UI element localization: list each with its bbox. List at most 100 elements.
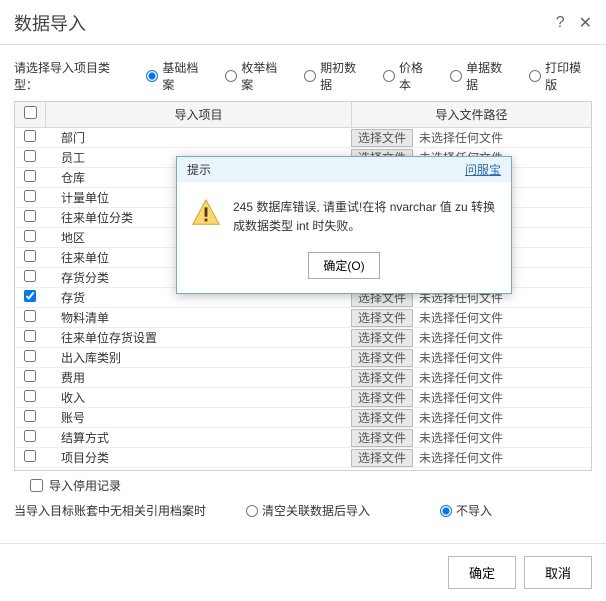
file-status: 未选择任何文件 bbox=[413, 329, 503, 346]
select-file-button[interactable]: 选择文件 bbox=[351, 129, 413, 147]
select-file-button[interactable]: 选择文件 bbox=[351, 429, 413, 447]
type-radio-0[interactable]: 基础档案 bbox=[146, 59, 209, 93]
type-radio-label: 单据数据 bbox=[466, 59, 513, 93]
row-checkbox[interactable] bbox=[24, 350, 36, 362]
type-radio-label: 价格本 bbox=[399, 59, 434, 93]
file-status: 未选择任何文件 bbox=[413, 389, 503, 406]
row-item-name: 结算方式 bbox=[45, 429, 351, 446]
table-header: 导入项目 导入文件路径 bbox=[15, 102, 591, 128]
modal-message: 245 数据库错误, 请重试!在将 nvarchar 值 zu 转换成数据类型 … bbox=[233, 198, 497, 236]
type-radio-label: 基础档案 bbox=[162, 59, 209, 93]
table-row: 往来单位存货设置选择文件未选择任何文件 bbox=[15, 328, 591, 348]
close-icon[interactable]: ✕ bbox=[579, 13, 592, 33]
file-status: 未选择任何文件 bbox=[413, 369, 503, 386]
file-status: 未选择任何文件 bbox=[413, 409, 503, 426]
row-checkbox[interactable] bbox=[24, 130, 36, 142]
type-radio-3[interactable]: 价格本 bbox=[383, 59, 434, 93]
row-item-name: 出入库类别 bbox=[45, 349, 351, 366]
row-checkbox[interactable] bbox=[24, 250, 36, 262]
row-checkbox[interactable] bbox=[24, 430, 36, 442]
table-row: 费用选择文件未选择任何文件 bbox=[15, 368, 591, 388]
dialog-title: 数据导入 bbox=[14, 10, 86, 36]
type-radio-input[interactable] bbox=[146, 70, 158, 82]
import-disabled-option[interactable]: 导入停用记录 bbox=[30, 477, 592, 494]
file-status: 未选择任何文件 bbox=[413, 429, 503, 446]
table-row: 收入选择文件未选择任何文件 bbox=[15, 388, 591, 408]
row-item-name: 往来单位存货设置 bbox=[45, 329, 351, 346]
row-checkbox[interactable] bbox=[24, 310, 36, 322]
ref-option-row: 当导入目标账套中无相关引用档案时 清空关联数据后导入 不导入 bbox=[0, 498, 606, 523]
row-checkbox[interactable] bbox=[24, 330, 36, 342]
type-radio-label: 期初数据 bbox=[320, 59, 367, 93]
file-status: 未选择任何文件 bbox=[413, 449, 503, 466]
type-radio-1[interactable]: 枚举档案 bbox=[225, 59, 288, 93]
type-radio-2[interactable]: 期初数据 bbox=[304, 59, 367, 93]
ref-radio-input[interactable] bbox=[440, 505, 452, 517]
type-radio-4[interactable]: 单据数据 bbox=[450, 59, 513, 93]
ref-radio-input[interactable] bbox=[246, 505, 258, 517]
select-file-button[interactable]: 选择文件 bbox=[351, 349, 413, 367]
row-checkbox[interactable] bbox=[24, 290, 36, 302]
type-label: 请选择导入项目类型： bbox=[14, 59, 132, 93]
ref-radio-label: 清空关联数据后导入 bbox=[262, 502, 370, 519]
row-checkbox[interactable] bbox=[24, 390, 36, 402]
import-disabled-checkbox[interactable] bbox=[30, 479, 43, 492]
row-checkbox[interactable] bbox=[24, 450, 36, 462]
row-checkbox[interactable] bbox=[24, 190, 36, 202]
row-checkbox[interactable] bbox=[24, 170, 36, 182]
select-file-button[interactable]: 选择文件 bbox=[351, 309, 413, 327]
type-radio-label: 打印模版 bbox=[545, 59, 592, 93]
modal-body: 245 数据库错误, 请重试!在将 nvarchar 值 zu 转换成数据类型 … bbox=[177, 182, 511, 246]
header-checkbox-cell bbox=[15, 102, 45, 127]
table-row: 结算方式选择文件未选择任何文件 bbox=[15, 428, 591, 448]
ref-radio-label: 不导入 bbox=[456, 502, 492, 519]
header-item: 导入项目 bbox=[45, 102, 351, 127]
select-all-checkbox[interactable] bbox=[24, 106, 37, 119]
cancel-button[interactable]: 取消 bbox=[524, 556, 592, 589]
select-file-button[interactable]: 选择文件 bbox=[351, 409, 413, 427]
modal-ok-button[interactable]: 确定(O) bbox=[308, 252, 379, 279]
row-checkbox[interactable] bbox=[24, 230, 36, 242]
warning-icon bbox=[191, 198, 221, 236]
type-radio-input[interactable] bbox=[529, 70, 541, 82]
table-row: 部门选择文件未选择任何文件 bbox=[15, 128, 591, 148]
type-radio-label: 枚举档案 bbox=[241, 59, 288, 93]
ok-button[interactable]: 确定 bbox=[448, 556, 516, 589]
ref-label: 当导入目标账套中无相关引用档案时 bbox=[14, 502, 206, 519]
table-row: 账号选择文件未选择任何文件 bbox=[15, 408, 591, 428]
type-radio-5[interactable]: 打印模版 bbox=[529, 59, 592, 93]
select-file-button[interactable]: 选择文件 bbox=[351, 329, 413, 347]
row-item-name: 部门 bbox=[45, 129, 351, 146]
modal-title-text: 提示 bbox=[187, 161, 211, 178]
type-selector-row: 请选择导入项目类型： 基础档案枚举档案期初数据价格本单据数据打印模版 bbox=[0, 55, 606, 101]
row-checkbox[interactable] bbox=[24, 150, 36, 162]
divider bbox=[0, 44, 606, 45]
select-file-button[interactable]: 选择文件 bbox=[351, 369, 413, 387]
help-icon[interactable]: ? bbox=[556, 14, 565, 32]
row-checkbox[interactable] bbox=[24, 410, 36, 422]
table-row: 出入库类别选择文件未选择任何文件 bbox=[15, 348, 591, 368]
modal-help-link[interactable]: 问服宝 bbox=[465, 161, 501, 178]
type-radio-group: 基础档案枚举档案期初数据价格本单据数据打印模版 bbox=[146, 59, 592, 93]
type-radio-input[interactable] bbox=[383, 70, 395, 82]
ref-radio-1[interactable]: 不导入 bbox=[440, 502, 492, 519]
row-item-name: 项目分类 bbox=[45, 449, 351, 466]
row-item-name: 物料清单 bbox=[45, 309, 351, 326]
type-radio-input[interactable] bbox=[450, 70, 462, 82]
file-status: 未选择任何文件 bbox=[413, 309, 503, 326]
select-file-button[interactable]: 选择文件 bbox=[351, 389, 413, 407]
row-checkbox[interactable] bbox=[24, 370, 36, 382]
footer-options: 导入停用记录 bbox=[0, 471, 606, 498]
ref-radio-0[interactable]: 清空关联数据后导入 bbox=[246, 502, 370, 519]
select-file-button[interactable]: 选择文件 bbox=[351, 449, 413, 467]
header-path: 导入文件路径 bbox=[351, 102, 591, 127]
import-disabled-label: 导入停用记录 bbox=[49, 477, 121, 494]
row-item-name: 收入 bbox=[45, 389, 351, 406]
type-radio-input[interactable] bbox=[225, 70, 237, 82]
row-item-name: 费用 bbox=[45, 369, 351, 386]
row-checkbox[interactable] bbox=[24, 270, 36, 282]
type-radio-input[interactable] bbox=[304, 70, 316, 82]
error-modal: 提示 问服宝 245 数据库错误, 请重试!在将 nvarchar 值 zu 转… bbox=[176, 156, 512, 294]
row-item-name: 账号 bbox=[45, 409, 351, 426]
row-checkbox[interactable] bbox=[24, 210, 36, 222]
